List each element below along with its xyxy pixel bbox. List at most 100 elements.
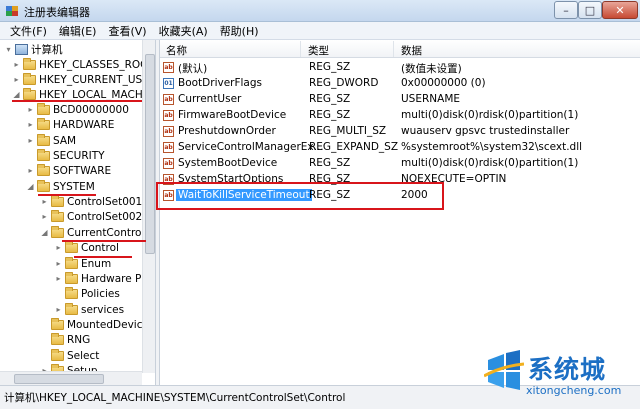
tree-node-bcd[interactable]: ▸ BCD00000000	[26, 102, 129, 117]
value-data: multi(0)disk(0)rdisk(0)partition(1)	[401, 157, 579, 169]
tree-horizontal-scrollbar[interactable]	[0, 371, 142, 385]
value-row[interactable]: ab (默认) REG_SZ (数值未设置)	[160, 60, 640, 76]
tree-node-label: services	[81, 303, 125, 316]
folder-icon	[23, 57, 36, 70]
expand-icon[interactable]: ▸	[26, 136, 35, 145]
tree-node-system[interactable]: ◢ SYSTEM	[26, 179, 95, 194]
value-data: %systemroot%\system32\scext.dll	[401, 141, 583, 153]
value-row[interactable]: 01 BootDriverFlags REG_DWORD 0x00000000 …	[160, 76, 640, 92]
maximize-button[interactable]: □	[578, 1, 602, 19]
folder-icon	[37, 133, 50, 146]
tree-node-label: HKEY_CURRENT_USER	[39, 73, 156, 86]
value-data: multi(0)disk(0)rdisk(0)partition(1)	[401, 109, 579, 121]
collapse-icon[interactable]: ◢	[12, 90, 21, 99]
menu-file[interactable]: 文件(F)	[4, 23, 53, 39]
underline-system	[38, 194, 96, 196]
scrollbar-thumb[interactable]	[14, 374, 104, 384]
folder-icon	[65, 271, 78, 284]
tree-node-enum[interactable]: ▸ Enum	[54, 256, 111, 271]
value-name: ServiceControlManagerEx...	[178, 141, 324, 153]
tree-node-software[interactable]: ▸ SOFTWARE	[26, 163, 111, 178]
underline-hklm	[12, 100, 142, 102]
column-type-header[interactable]: 类型	[308, 43, 329, 58]
tree-node-label: HARDWARE	[53, 118, 115, 131]
folder-icon	[37, 163, 50, 176]
tree-node-label: RNG	[67, 333, 91, 346]
collapse-icon[interactable]: ◢	[40, 228, 49, 237]
expand-icon[interactable]: ▸	[26, 120, 35, 129]
value-name: BootDriverFlags	[178, 77, 263, 89]
tree-node-label: ControlSet002	[67, 210, 143, 223]
folder-icon	[51, 194, 64, 207]
minimize-button[interactable]: –	[554, 1, 578, 19]
column-name-header[interactable]: 名称	[166, 43, 187, 58]
collapse-icon[interactable]: ◢	[26, 182, 35, 191]
tree-node-controlset001[interactable]: ▸ ControlSet001	[40, 194, 142, 209]
expand-icon[interactable]: ▸	[40, 212, 49, 221]
expand-icon[interactable]: ▸	[54, 274, 63, 283]
tree-node-security[interactable]: SECURITY	[26, 148, 105, 163]
computer-icon	[15, 44, 28, 55]
value-type: REG_SZ	[309, 93, 351, 105]
column-divider[interactable]	[393, 41, 394, 57]
menu-help[interactable]: 帮助(H)	[214, 23, 265, 39]
column-divider[interactable]	[300, 41, 301, 57]
folder-icon	[37, 179, 50, 192]
value-row[interactable]: ab FirmwareBootDevice REG_SZ multi(0)dis…	[160, 108, 640, 124]
registry-tree[interactable]: ▾ 计算机 ▸ HKEY_CLASSES_ROOT ▸ HKEY_CURRENT…	[0, 40, 156, 385]
watermark: 系统城 xitongcheng.com	[478, 348, 638, 404]
window-title: 注册表编辑器	[24, 6, 90, 19]
tree-node-hardware[interactable]: ▸ HARDWARE	[26, 117, 114, 132]
tree-node-hardware-profiles[interactable]: ▸ Hardware Pr	[54, 271, 146, 286]
expand-icon[interactable]: ▸	[12, 60, 21, 69]
menu-view[interactable]: 查看(V)	[102, 23, 152, 39]
menu-favorites[interactable]: 收藏夹(A)	[153, 23, 214, 39]
expand-icon[interactable]: ▸	[54, 259, 63, 268]
value-type: REG_DWORD	[309, 77, 379, 89]
tree-node-label: SYSTEM	[53, 180, 95, 193]
folder-icon	[51, 225, 64, 238]
value-row[interactable]: ab SystemBootDevice REG_SZ multi(0)disk(…	[160, 156, 640, 172]
value-data: USERNAME	[401, 93, 461, 105]
tree-node-label: Hardware Pr	[81, 272, 146, 285]
tree-node-controlset002[interactable]: ▸ ControlSet002	[40, 209, 142, 224]
close-button[interactable]: ✕	[602, 1, 638, 19]
expand-icon[interactable]: ▸	[54, 305, 63, 314]
title-bar: 注册表编辑器 – □ ✕	[0, 0, 640, 22]
values-list[interactable]: 名称 类型 数据 ab (默认) REG_SZ (数值未设置) 01 BootD…	[160, 40, 640, 385]
binary-value-icon: 01	[163, 78, 174, 89]
tree-node-label: SECURITY	[53, 149, 105, 162]
tree-node-select[interactable]: Select	[40, 348, 99, 363]
tree-node-rng[interactable]: RNG	[40, 332, 90, 347]
watermark-url: xitongcheng.com	[526, 384, 622, 397]
menu-edit[interactable]: 编辑(E)	[53, 23, 103, 39]
expand-icon[interactable]: ▸	[12, 75, 21, 84]
expand-icon[interactable]: ▸	[40, 197, 49, 206]
expand-icon[interactable]: ▸	[26, 166, 35, 175]
tree-node-policies[interactable]: Policies	[54, 286, 120, 301]
tree-node-control[interactable]: ▸ Control	[54, 240, 119, 255]
collapse-icon[interactable]: ▾	[4, 45, 13, 54]
highlight-box	[156, 182, 444, 210]
tree-node-hkcu[interactable]: ▸ HKEY_CURRENT_USER	[12, 72, 156, 87]
string-value-icon: ab	[163, 142, 174, 153]
folder-icon	[51, 348, 64, 361]
tree-node-services[interactable]: ▸ services	[54, 302, 124, 317]
value-row[interactable]: ab CurrentUser REG_SZ USERNAME	[160, 92, 640, 108]
string-value-icon: ab	[163, 62, 174, 73]
column-data-header[interactable]: 数据	[401, 43, 422, 58]
value-row[interactable]: ab PreshutdownOrder REG_MULTI_SZ wuauser…	[160, 124, 640, 140]
tree-node-currentcontrolset[interactable]: ◢ CurrentControlS	[40, 225, 151, 240]
tree-node-sam[interactable]: ▸ SAM	[26, 133, 76, 148]
value-row[interactable]: ab ServiceControlManagerEx... REG_EXPAND…	[160, 140, 640, 156]
tree-node-hkcr[interactable]: ▸ HKEY_CLASSES_ROOT	[12, 57, 155, 72]
tree-node-mounteddevices[interactable]: MountedDevice	[40, 317, 149, 332]
tree-node-computer[interactable]: ▾ 计算机	[4, 42, 63, 57]
expand-icon[interactable]: ▸	[26, 105, 35, 114]
tree-node-label: BCD00000000	[53, 103, 129, 116]
underline-control	[74, 256, 132, 258]
scrollbar-thumb[interactable]	[145, 54, 155, 254]
expand-icon[interactable]: ▸	[54, 243, 63, 252]
tree-vertical-scrollbar[interactable]	[142, 40, 155, 373]
folder-icon	[65, 240, 78, 253]
